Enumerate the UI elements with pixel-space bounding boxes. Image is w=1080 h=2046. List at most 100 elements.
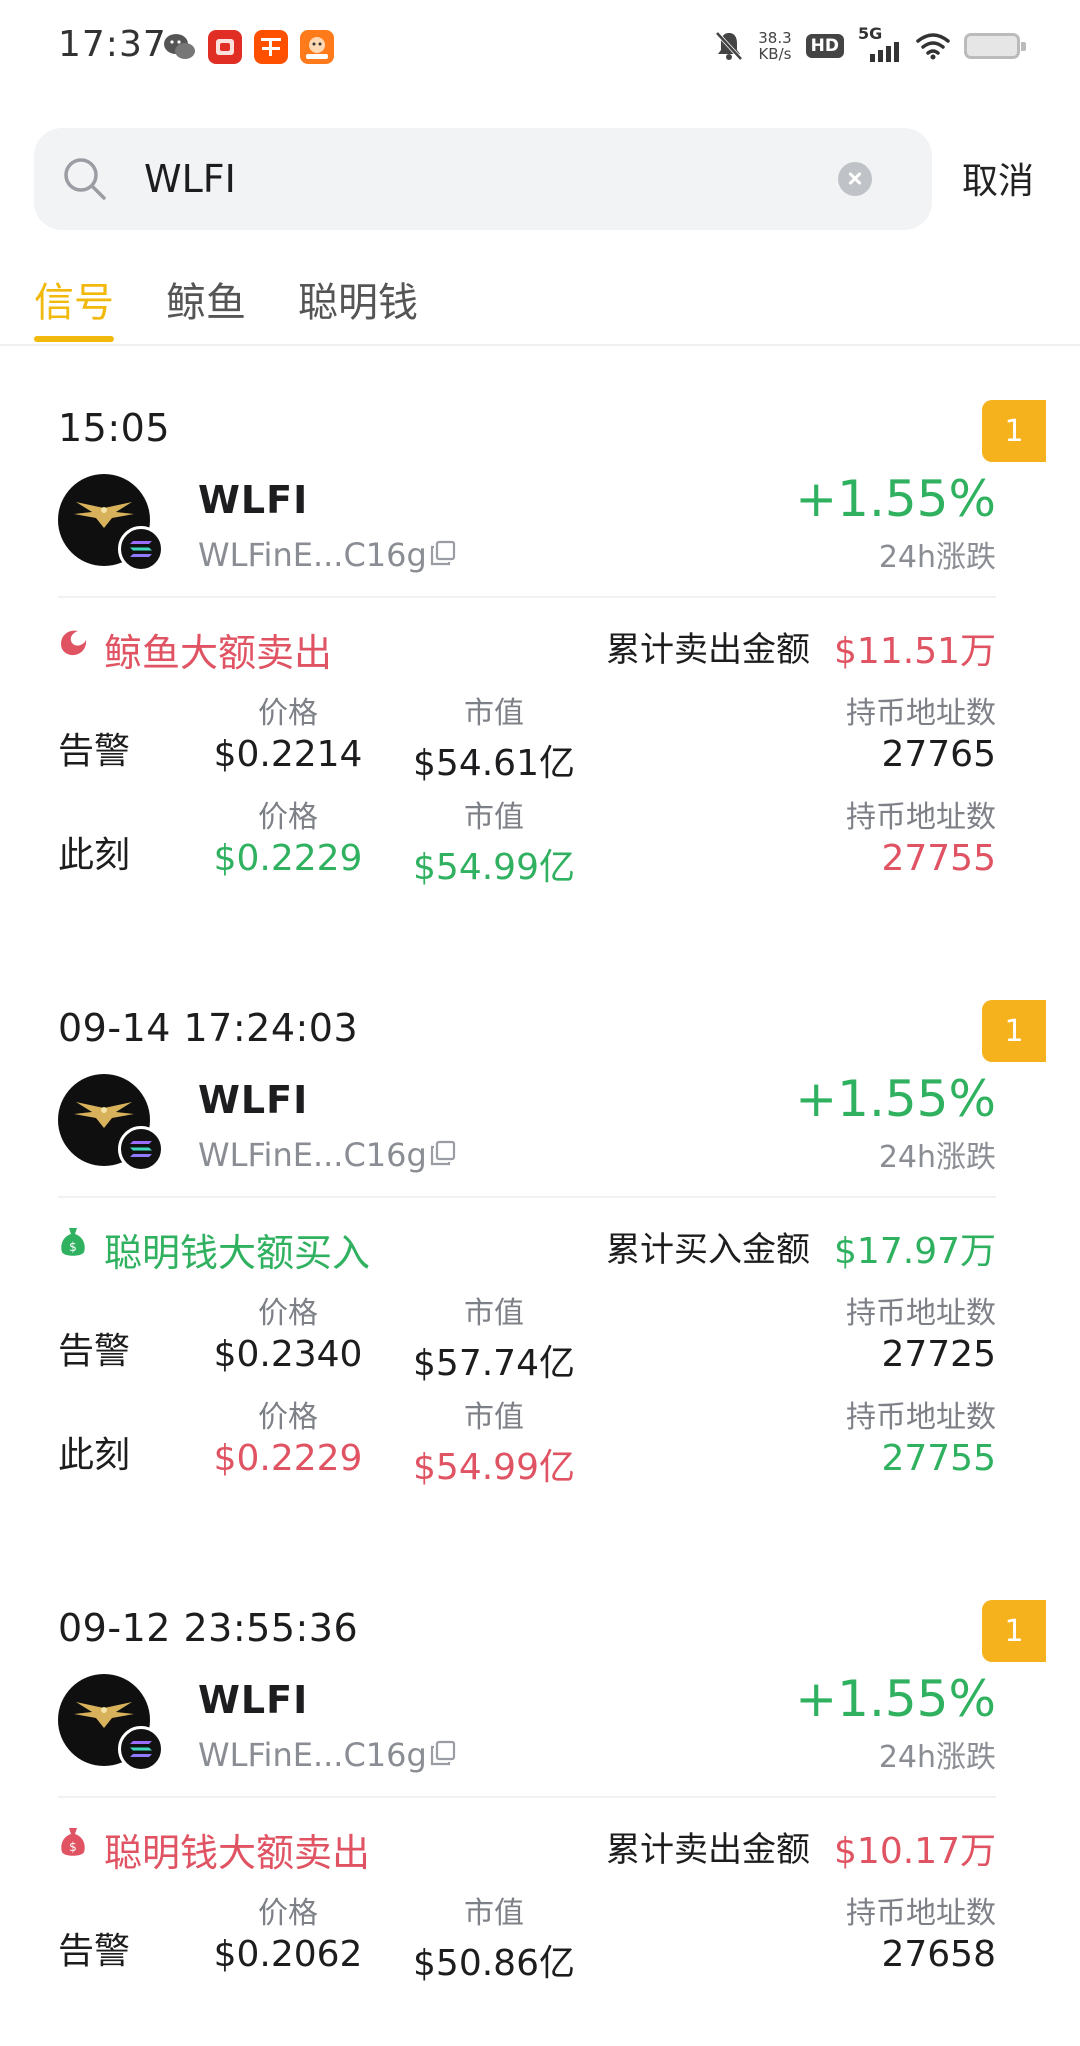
now-mcap: $54.99亿 — [413, 1447, 575, 1488]
tab-bar: 信号 鲸鱼 聪明钱 — [34, 270, 418, 346]
holders-col: 持币地址数 27755 — [776, 792, 996, 879]
signal-type: 聪明钱大额买入 — [104, 1231, 371, 1275]
search-input[interactable] — [144, 150, 844, 208]
now-price: $0.2229 — [213, 838, 363, 879]
copy-icon[interactable] — [430, 1740, 456, 1766]
price-col: 价格 $0.2229 — [178, 1392, 398, 1479]
holders-col: 持币地址数 27755 — [776, 1392, 996, 1479]
price-col: 价格 $0.2229 — [178, 792, 398, 879]
signal-card[interactable]: 15:05 1 WLFI WLFinE...C16g +1.55% 24h涨跌 … — [34, 374, 1046, 964]
price-change: +1.55% — [795, 470, 996, 528]
signal-card[interactable]: 09-14 17:24:03 1 WLFI WLFinE...C16g +1.5… — [34, 974, 1046, 1564]
signal-type: 聪明钱大额卖出 — [104, 1831, 371, 1875]
sum-label: 累计卖出金额 — [606, 1830, 810, 1870]
signal-row: $ 聪明钱大额买入 累计买入金额 $17.97万 — [58, 1222, 996, 1275]
holders-col: 持币地址数 27725 — [776, 1288, 996, 1375]
mcap-label: 市值 — [464, 1896, 524, 1931]
price-change: +1.55% — [795, 1670, 996, 1728]
token-address: WLFinE...C16g — [198, 1136, 427, 1174]
signal-time: 09-14 17:24:03 — [58, 1006, 359, 1050]
speed-unit: KB/s — [758, 45, 792, 63]
now-price: $0.2229 — [213, 1438, 363, 1479]
network-speed: 38.3 KB/s — [758, 30, 791, 62]
mcap-label: 市值 — [464, 1400, 524, 1435]
copy-icon[interactable] — [430, 1140, 456, 1166]
alert-label: 告警 — [58, 1331, 131, 1372]
holders-label: 持币地址数 — [846, 696, 996, 731]
price-label: 价格 — [258, 1896, 318, 1931]
signal-time: 15:05 — [58, 406, 171, 450]
mcap-label: 市值 — [464, 1296, 524, 1331]
now-holders: 27755 — [881, 838, 996, 879]
signal-row: 鲸鱼大额卖出 累计卖出金额 $11.51万 — [58, 622, 996, 675]
alert-label: 告警 — [58, 731, 131, 772]
price-label: 价格 — [258, 800, 318, 835]
card-divider — [58, 1796, 996, 1798]
price-col: 价格 $0.2214 — [178, 688, 398, 775]
tab-signal[interactable]: 信号 — [34, 270, 114, 346]
search-bar[interactable] — [34, 128, 932, 230]
alert-price: $0.2340 — [213, 1334, 363, 1375]
copy-icon[interactable] — [430, 540, 456, 566]
price-change: +1.55% — [795, 1070, 996, 1128]
status-right: 38.3 KB/s HD 5G — [714, 24, 1026, 64]
alert-price: $0.2062 — [213, 1934, 363, 1975]
alert-holders: 27765 — [881, 734, 996, 775]
alert-holders: 27658 — [881, 1934, 996, 1975]
solana-icon — [118, 1726, 164, 1772]
alert-mcap: $50.86亿 — [413, 1943, 575, 1984]
taobao-icon — [254, 30, 288, 64]
holders-col: 持币地址数 27765 — [776, 688, 996, 775]
status-time: 17:37 — [58, 24, 167, 65]
sum-value: $11.51万 — [834, 631, 996, 672]
mcap-label: 市值 — [464, 800, 524, 835]
rank-badge: 1 — [982, 400, 1046, 462]
now-label: 此刻 — [58, 1435, 131, 1476]
token-name: WLFI — [198, 1678, 309, 1722]
holders-label: 持币地址数 — [846, 1896, 996, 1931]
mcap-label: 市值 — [464, 696, 524, 731]
token-name: WLFI — [198, 1078, 309, 1122]
signal-row: $ 聪明钱大额卖出 累计卖出金额 $10.17万 — [58, 1822, 996, 1875]
signal-card[interactable]: 09-12 23:55:36 1 WLFI WLFinE...C16g +1.5… — [34, 1574, 1046, 2046]
signal-time: 09-12 23:55:36 — [58, 1606, 359, 1650]
holders-label: 持币地址数 — [846, 800, 996, 835]
now-label: 此刻 — [58, 835, 131, 876]
svg-text:$: $ — [69, 1240, 77, 1254]
alert-mcap: $57.74亿 — [413, 1343, 575, 1384]
speed-value: 38.3 — [758, 29, 792, 47]
sum-label: 累计卖出金额 — [606, 630, 810, 670]
money-bag-icon: $ — [61, 1228, 85, 1256]
notification-icons — [162, 30, 334, 64]
cancel-button[interactable]: 取消 — [962, 152, 1034, 204]
alert-holders: 27725 — [881, 1334, 996, 1375]
token-name: WLFI — [198, 478, 309, 522]
alert-label: 告警 — [58, 1931, 131, 1972]
alert-row: 告警 价格 $0.2214 市值 $54.61亿 持币地址数 27765 — [58, 688, 996, 788]
clear-icon[interactable] — [838, 162, 872, 196]
money-bag-icon: $ — [61, 1828, 85, 1856]
sum-value: $17.97万 — [834, 1231, 996, 1272]
search-icon — [64, 158, 106, 200]
tab-whale[interactable]: 鲸鱼 — [166, 270, 246, 346]
now-row: 此刻 价格 $0.2229 市值 $54.99亿 持币地址数 27755 — [58, 1392, 996, 1492]
alert-mcap: $54.61亿 — [413, 743, 575, 784]
solana-icon — [118, 1126, 164, 1172]
tabs-divider — [0, 344, 1080, 346]
signal-type: 鲸鱼大额卖出 — [104, 631, 333, 675]
price-change-label: 24h涨跌 — [878, 540, 996, 575]
price-label: 价格 — [258, 1296, 318, 1331]
holders-label: 持币地址数 — [846, 1400, 996, 1435]
alert-row: 告警 价格 $0.2340 市值 $57.74亿 持币地址数 27725 — [58, 1288, 996, 1388]
price-label: 价格 — [258, 1400, 318, 1435]
alert-price: $0.2214 — [213, 734, 363, 775]
app-icon — [300, 30, 334, 64]
tab-smart-money[interactable]: 聪明钱 — [298, 270, 418, 346]
price-change-label: 24h涨跌 — [878, 1140, 996, 1175]
token-address: WLFinE...C16g — [198, 1736, 427, 1774]
battery-icon — [964, 33, 1026, 59]
card-divider — [58, 596, 996, 598]
mute-icon — [715, 31, 743, 61]
price-label: 价格 — [258, 696, 318, 731]
network-type: 5G — [858, 24, 883, 43]
